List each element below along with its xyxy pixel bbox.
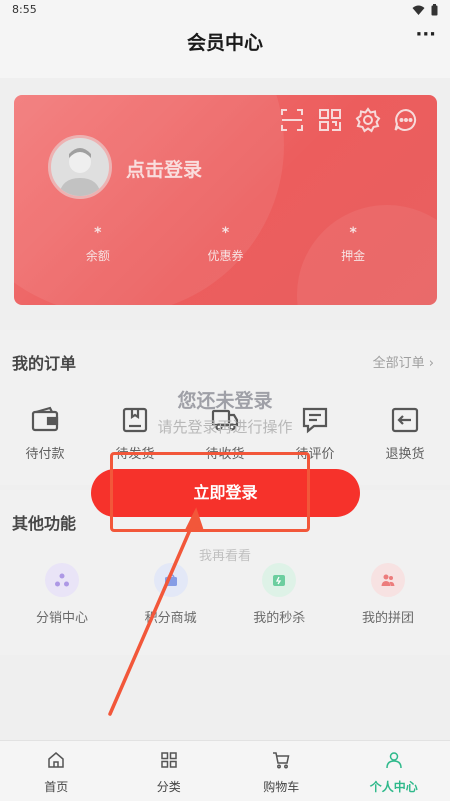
category-icon	[161, 752, 177, 768]
tab-label: 购物车	[263, 780, 300, 794]
browse-more-link[interactable]: 我再看看	[0, 545, 450, 564]
tab-label: 分类	[156, 780, 181, 794]
status-icons	[412, 4, 438, 16]
annotation-highlight-box	[110, 452, 310, 532]
not-logged-in-subtitle: 请先登录再进行操作	[157, 418, 293, 436]
bottom-tab-bar: 首页 分类 购物车 个人中心	[0, 740, 450, 801]
tab-home[interactable]: 首页	[0, 741, 113, 801]
tab-label: 首页	[44, 780, 69, 794]
nav-bar: 会员中心 ···	[0, 22, 450, 78]
tab-label: 个人中心	[369, 780, 418, 794]
tab-cart[interactable]: 购物车	[225, 741, 338, 801]
wifi-icon	[412, 5, 425, 15]
user-icon	[386, 752, 402, 769]
tab-profile[interactable]: 个人中心	[338, 741, 450, 801]
page-title: 会员中心	[186, 32, 263, 54]
cart-icon	[273, 752, 290, 769]
status-bar: 8:55	[0, 0, 450, 22]
tab-category[interactable]: 分类	[113, 741, 226, 801]
more-dots-icon[interactable]: ···	[415, 24, 436, 45]
status-time: 8:55	[12, 3, 37, 16]
home-icon	[48, 752, 64, 768]
not-logged-in-title: 您还未登录	[177, 390, 273, 412]
battery-icon	[431, 4, 438, 16]
